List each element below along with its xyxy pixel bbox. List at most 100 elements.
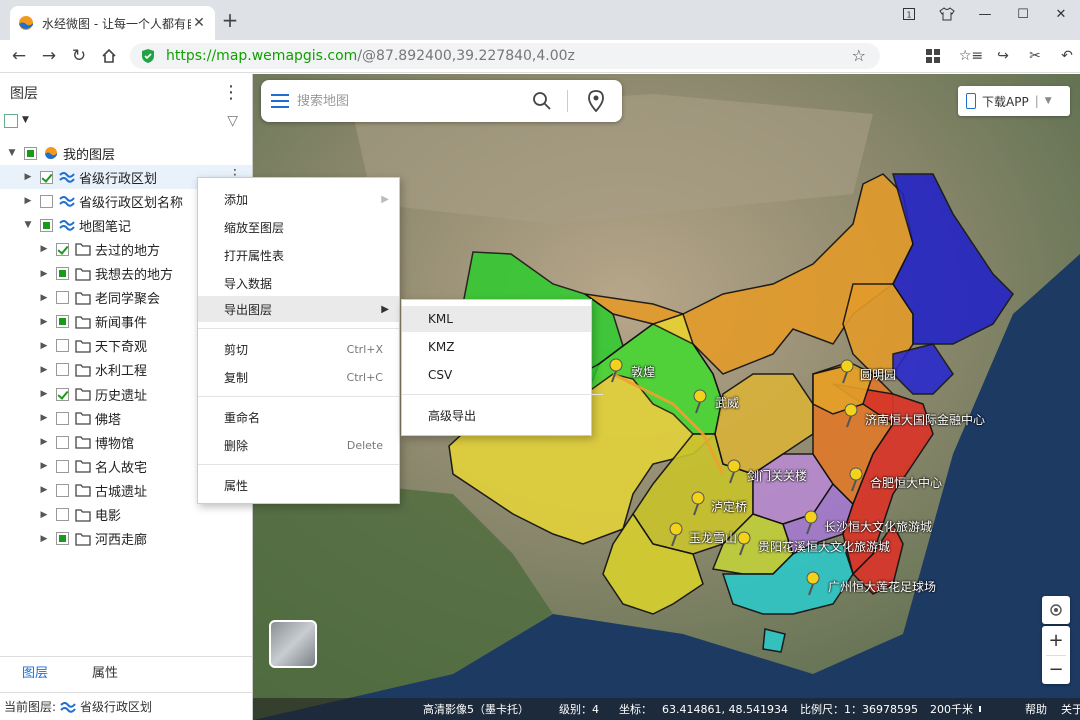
marker-label[interactable]: 广州恒大莲花足球场 bbox=[828, 578, 936, 595]
expand-right-icon[interactable]: ▶ bbox=[38, 485, 50, 495]
filter-icon[interactable]: ▽ bbox=[227, 113, 238, 129]
expand-right-icon[interactable]: ▶ bbox=[38, 244, 50, 254]
pushpin-icon[interactable] bbox=[844, 403, 858, 428]
tab-close-icon[interactable]: ✕ bbox=[191, 15, 207, 31]
marker-label[interactable]: 长沙恒大文化旅游城 bbox=[824, 518, 932, 535]
skin-icon[interactable] bbox=[928, 0, 966, 28]
layer-checkbox[interactable] bbox=[56, 387, 69, 401]
layer-checkbox[interactable] bbox=[56, 242, 69, 256]
menu-item-open-attribute-table[interactable]: 打开属性表 bbox=[198, 242, 399, 268]
marker-label[interactable]: 玉龙雪山 bbox=[689, 529, 737, 546]
tab-count-icon[interactable]: 1 bbox=[890, 0, 928, 28]
expand-down-icon[interactable]: ▼ bbox=[22, 220, 34, 230]
expand-right-icon[interactable]: ▶ bbox=[38, 389, 50, 399]
pushpin-icon[interactable] bbox=[849, 467, 863, 492]
chevron-down-icon[interactable]: ▼ bbox=[1045, 96, 1052, 106]
apps-grid-icon[interactable] bbox=[922, 45, 944, 67]
location-pin-icon[interactable] bbox=[586, 90, 606, 112]
menu-item-advanced-export[interactable]: 高级导出 bbox=[402, 402, 591, 428]
layer-checkbox[interactable] bbox=[56, 363, 69, 377]
expand-right-icon[interactable]: ▶ bbox=[38, 413, 50, 423]
layer-checkbox[interactable] bbox=[56, 508, 69, 521]
layer-list-icon[interactable] bbox=[4, 114, 18, 128]
menu-item-csv[interactable]: CSV bbox=[402, 362, 591, 388]
tab-properties[interactable]: 属性 bbox=[70, 657, 140, 690]
pushpin-icon[interactable] bbox=[840, 359, 854, 384]
expand-right-icon[interactable]: ▶ bbox=[22, 196, 34, 206]
favorites-list-icon[interactable]: ☆≡ bbox=[959, 45, 983, 67]
forward-icon[interactable]: → bbox=[38, 45, 60, 67]
expand-right-icon[interactable]: ▶ bbox=[38, 365, 50, 375]
hamburger-menu-icon[interactable] bbox=[271, 94, 289, 108]
menu-item-properties[interactable]: 属性 bbox=[198, 472, 399, 498]
zoom-in-button[interactable]: + bbox=[1048, 627, 1063, 655]
close-window-icon[interactable]: ✕ bbox=[1042, 0, 1080, 28]
minimize-icon[interactable]: — bbox=[966, 0, 1004, 28]
browser-tab[interactable]: 水经微图 - 让每一个人都有自 ✕ bbox=[10, 6, 215, 40]
pushpin-icon[interactable] bbox=[804, 510, 818, 535]
marker-label[interactable]: 合肥恒大中心 bbox=[870, 474, 942, 491]
pushpin-icon[interactable] bbox=[693, 389, 707, 414]
marker-label[interactable]: 泸定桥 bbox=[711, 498, 747, 515]
layer-checkbox[interactable] bbox=[56, 459, 69, 473]
expand-right-icon[interactable]: ▶ bbox=[38, 341, 50, 351]
pushpin-icon[interactable] bbox=[609, 358, 623, 383]
marker-label[interactable]: 武威 bbox=[715, 394, 739, 411]
marker-label[interactable]: 圆明园 bbox=[860, 366, 896, 383]
dropdown-caret-icon[interactable]: ▼ bbox=[22, 115, 29, 125]
marker-label[interactable]: 贵阳花溪恒大文化旅游城 bbox=[758, 538, 890, 555]
expand-right-icon[interactable]: ▶ bbox=[38, 437, 50, 447]
locate-button[interactable] bbox=[1042, 596, 1070, 624]
layer-checkbox[interactable] bbox=[24, 146, 37, 160]
back-icon[interactable]: ← bbox=[8, 45, 30, 67]
layer-checkbox[interactable] bbox=[56, 483, 69, 497]
marker-label[interactable]: 剑门关关楼 bbox=[747, 467, 807, 484]
search-input[interactable] bbox=[297, 93, 527, 109]
share-icon[interactable]: ↪ bbox=[992, 45, 1014, 67]
help-link[interactable]: 帮助 bbox=[1025, 701, 1047, 717]
about-link[interactable]: 关于 bbox=[1061, 701, 1080, 717]
expand-right-icon[interactable]: ▶ bbox=[22, 172, 34, 182]
pushpin-icon[interactable] bbox=[737, 531, 751, 556]
layer-checkbox[interactable] bbox=[56, 532, 69, 546]
menu-item-export-layer[interactable]: 导出图层 ▶ bbox=[198, 296, 399, 322]
pushpin-icon[interactable] bbox=[669, 522, 683, 547]
zoom-out-button[interactable]: − bbox=[1048, 656, 1063, 684]
layer-checkbox[interactable] bbox=[56, 339, 69, 353]
expand-right-icon[interactable]: ▶ bbox=[38, 269, 50, 279]
expand-right-icon[interactable]: ▶ bbox=[38, 461, 50, 471]
layer-tree-row[interactable]: ▼ 我的图层 bbox=[0, 141, 252, 165]
pushpin-icon[interactable] bbox=[727, 459, 741, 484]
menu-item-zoom-to-layer[interactable]: 缩放至图层 bbox=[198, 214, 399, 240]
expand-right-icon[interactable]: ▶ bbox=[38, 510, 50, 520]
menu-item-add[interactable]: 添加 ▶ bbox=[198, 186, 399, 212]
undo-icon[interactable]: ↶ bbox=[1056, 45, 1078, 67]
expand-down-icon[interactable]: ▼ bbox=[6, 148, 18, 158]
pushpin-icon[interactable] bbox=[691, 491, 705, 516]
layer-checkbox[interactable] bbox=[56, 435, 69, 449]
basemap-switcher-thumbnail[interactable] bbox=[269, 620, 317, 668]
home-icon[interactable] bbox=[98, 45, 120, 67]
expand-right-icon[interactable]: ▶ bbox=[38, 534, 50, 544]
layer-checkbox[interactable] bbox=[56, 411, 69, 425]
menu-item-kml[interactable]: KML bbox=[402, 306, 591, 332]
panel-more-icon[interactable]: ⋮ bbox=[222, 84, 240, 102]
layer-tree-row[interactable]: ▶ 电影 bbox=[0, 503, 252, 527]
marker-label[interactable]: 济南恒大国际金融中心 bbox=[865, 411, 985, 428]
search-icon[interactable] bbox=[532, 91, 552, 111]
new-tab-button[interactable]: + bbox=[220, 10, 240, 30]
maximize-icon[interactable]: ☐ bbox=[1004, 0, 1042, 28]
expand-right-icon[interactable]: ▶ bbox=[38, 317, 50, 327]
menu-item-rename[interactable]: 重命名 bbox=[198, 404, 399, 430]
layer-checkbox[interactable] bbox=[56, 267, 69, 280]
menu-item-kmz[interactable]: KMZ bbox=[402, 334, 591, 360]
menu-item-copy[interactable]: 复制 Ctrl+C bbox=[198, 364, 399, 390]
bookmark-star-icon[interactable]: ☆ bbox=[852, 46, 866, 65]
url-bar[interactable]: https://map.wemapgis.com/@87.892400,39.2… bbox=[130, 43, 880, 69]
menu-item-cut[interactable]: 剪切 Ctrl+X bbox=[198, 336, 399, 362]
layer-checkbox[interactable] bbox=[40, 218, 53, 232]
layer-checkbox[interactable] bbox=[56, 291, 69, 305]
marker-label[interactable]: 敦煌 bbox=[631, 363, 655, 380]
layer-checkbox[interactable] bbox=[40, 170, 53, 184]
expand-right-icon[interactable]: ▶ bbox=[38, 293, 50, 303]
